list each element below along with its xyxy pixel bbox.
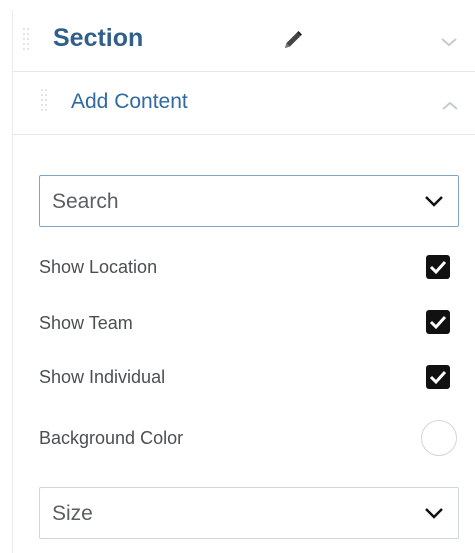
section-header-row[interactable]: Section xyxy=(13,10,475,72)
show-team-checkbox[interactable] xyxy=(426,310,450,334)
section-title: Section xyxy=(53,24,144,52)
editor-panel: Section Add Content Search Show Location… xyxy=(12,10,475,553)
checkbox-checked-icon xyxy=(429,260,447,275)
drag-handle-icon[interactable] xyxy=(23,28,31,52)
show-team-label: Show Team xyxy=(39,313,133,333)
show-location-label: Show Location xyxy=(39,257,158,277)
size-select[interactable]: Size xyxy=(39,487,459,539)
background-color-label: Background Color xyxy=(39,428,184,448)
chevron-down-icon[interactable] xyxy=(440,35,458,47)
search-select[interactable]: Search xyxy=(39,175,459,227)
pencil-icon[interactable] xyxy=(281,28,305,52)
chevron-down-icon xyxy=(424,507,444,520)
size-select-value: Size xyxy=(52,502,93,525)
checkbox-checked-icon xyxy=(429,370,447,385)
show-individual-label: Show Individual xyxy=(39,367,166,387)
add-content-title: Add Content xyxy=(71,90,188,113)
search-select-value: Search xyxy=(52,190,119,213)
drag-handle-icon[interactable] xyxy=(41,89,49,113)
chevron-up-icon[interactable] xyxy=(441,99,459,111)
background-color-picker[interactable] xyxy=(421,420,457,456)
show-individual-checkbox[interactable] xyxy=(426,365,450,389)
show-location-checkbox[interactable] xyxy=(426,255,450,279)
checkbox-checked-icon xyxy=(429,315,447,330)
chevron-down-icon xyxy=(424,195,444,208)
